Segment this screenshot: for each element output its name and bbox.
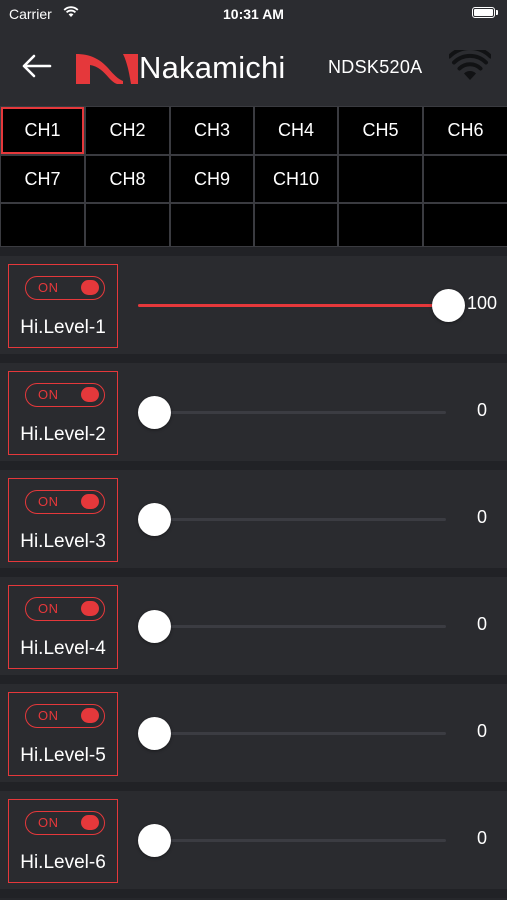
level-label: Hi.Level-6 bbox=[20, 852, 106, 873]
channel-empty-cell bbox=[424, 204, 507, 246]
channel-button-ch4[interactable]: CH4 bbox=[255, 107, 337, 154]
level-label: Hi.Level-1 bbox=[20, 317, 106, 338]
status-bar: Carrier 10:31 AM bbox=[0, 0, 507, 28]
slider-thumb[interactable] bbox=[138, 824, 171, 857]
level-slider[interactable] bbox=[138, 610, 446, 643]
level-control: ON Hi.Level-6 bbox=[8, 799, 118, 883]
level-value: 0 bbox=[476, 614, 487, 634]
level-value: 0 bbox=[476, 400, 487, 420]
level-row: ON Hi.Level-6 0 bbox=[0, 791, 507, 889]
on-toggle[interactable]: ON bbox=[25, 597, 105, 621]
level-label: Hi.Level-3 bbox=[20, 531, 106, 552]
channel-grid: CH1 CH2 CH3 CH4 CH5 CH6 CH7 CH8 CH9 CH10 bbox=[0, 106, 507, 247]
slider-fill bbox=[138, 304, 448, 307]
level-control: ON Hi.Level-3 bbox=[8, 478, 118, 562]
level-slider[interactable] bbox=[138, 824, 446, 857]
device-name: NDSK520A bbox=[328, 57, 423, 77]
toggle-knob bbox=[81, 280, 99, 295]
toggle-knob bbox=[81, 494, 99, 509]
channel-button-ch9[interactable]: CH9 bbox=[171, 156, 253, 202]
level-row: ON Hi.Level-4 0 bbox=[0, 577, 507, 675]
status-time: 10:31 AM bbox=[223, 6, 284, 22]
channel-button-ch1[interactable]: CH1 bbox=[1, 107, 84, 154]
level-value: 0 bbox=[476, 507, 487, 527]
level-value: 0 bbox=[476, 721, 487, 741]
toggle-label: ON bbox=[38, 815, 59, 830]
level-label: Hi.Level-5 bbox=[20, 745, 106, 766]
level-control: ON Hi.Level-4 bbox=[8, 585, 118, 669]
channel-button-ch10[interactable]: CH10 bbox=[255, 156, 337, 202]
level-slider[interactable] bbox=[138, 503, 446, 536]
level-value: 0 bbox=[476, 828, 487, 848]
on-toggle[interactable]: ON bbox=[25, 811, 105, 835]
channel-empty-cell bbox=[171, 204, 253, 246]
toggle-label: ON bbox=[38, 708, 59, 723]
channel-empty-cell bbox=[339, 204, 422, 246]
toggle-knob bbox=[81, 815, 99, 830]
channel-empty-cell bbox=[86, 204, 169, 246]
level-slider[interactable] bbox=[138, 289, 465, 322]
toggle-label: ON bbox=[38, 280, 59, 295]
level-label: Hi.Level-2 bbox=[20, 424, 106, 445]
channel-empty-cell bbox=[424, 156, 507, 202]
on-toggle[interactable]: ON bbox=[25, 276, 105, 300]
channel-button-ch5[interactable]: CH5 bbox=[339, 107, 422, 154]
header: Nakamichi NDSK520A bbox=[0, 28, 507, 106]
logo-text: Nakamichi bbox=[139, 50, 286, 85]
channel-button-ch7[interactable]: CH7 bbox=[1, 156, 84, 202]
toggle-label: ON bbox=[38, 494, 59, 509]
on-toggle[interactable]: ON bbox=[25, 704, 105, 728]
wifi-icon[interactable] bbox=[449, 50, 491, 82]
channel-empty-cell bbox=[339, 156, 422, 202]
level-row: ON Hi.Level-3 0 bbox=[0, 470, 507, 568]
level-control: ON Hi.Level-2 bbox=[8, 371, 118, 455]
slider-thumb[interactable] bbox=[138, 717, 171, 750]
level-slider[interactable] bbox=[138, 396, 446, 429]
slider-thumb[interactable] bbox=[138, 503, 171, 536]
toggle-label: ON bbox=[38, 387, 59, 402]
on-toggle[interactable]: ON bbox=[25, 383, 105, 407]
back-button[interactable] bbox=[18, 48, 58, 84]
toggle-knob bbox=[81, 387, 99, 402]
on-toggle[interactable]: ON bbox=[25, 490, 105, 514]
channel-button-ch8[interactable]: CH8 bbox=[86, 156, 169, 202]
channel-empty-cell bbox=[1, 204, 84, 246]
channel-button-ch2[interactable]: CH2 bbox=[86, 107, 169, 154]
toggle-label: ON bbox=[38, 601, 59, 616]
channel-empty-cell bbox=[255, 204, 337, 246]
slider-thumb[interactable] bbox=[138, 396, 171, 429]
level-control: ON Hi.Level-1 bbox=[8, 264, 118, 348]
level-row: ON Hi.Level-5 0 bbox=[0, 684, 507, 782]
toggle-knob bbox=[81, 601, 99, 616]
arrow-left-icon bbox=[22, 54, 52, 78]
battery-full-icon bbox=[472, 7, 495, 18]
slider-thumb[interactable] bbox=[138, 610, 171, 643]
level-row: ON Hi.Level-1 100 bbox=[0, 256, 507, 354]
brand-logo: Nakamichi bbox=[76, 50, 286, 86]
channel-button-ch6[interactable]: CH6 bbox=[424, 107, 507, 154]
level-value: 100 bbox=[466, 293, 498, 313]
logo-mark-icon bbox=[76, 54, 138, 84]
toggle-knob bbox=[81, 708, 99, 723]
level-slider[interactable] bbox=[138, 717, 446, 750]
level-control: ON Hi.Level-5 bbox=[8, 692, 118, 776]
level-label: Hi.Level-4 bbox=[20, 638, 106, 659]
channel-button-ch3[interactable]: CH3 bbox=[171, 107, 253, 154]
level-row: ON Hi.Level-2 0 bbox=[0, 363, 507, 461]
